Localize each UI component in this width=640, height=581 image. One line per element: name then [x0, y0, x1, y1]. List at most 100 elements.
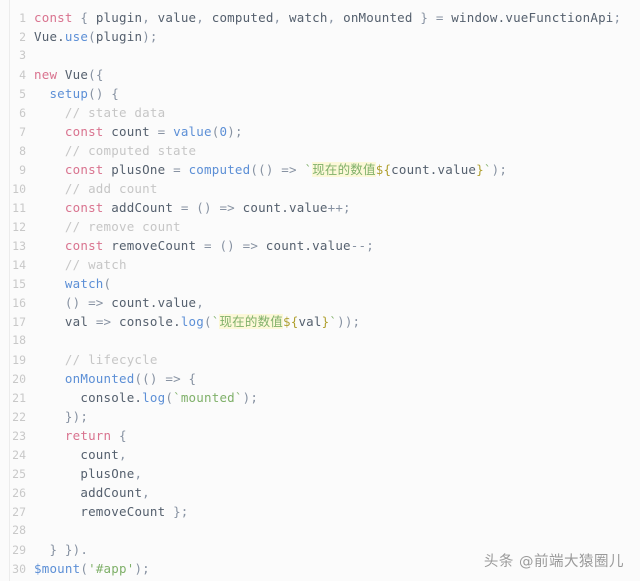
line-number: 29 [12, 543, 26, 557]
line-number: 2 [19, 30, 26, 44]
code-token: // add count [34, 181, 158, 196]
code-token: use [64, 29, 89, 44]
code-token: 现在的数值 [312, 162, 376, 177]
code-token: ); [134, 561, 150, 576]
code-token: plusOne [111, 162, 166, 177]
code-token: () => [34, 295, 112, 310]
code-token: ( [165, 390, 174, 405]
line-content: // remove count [34, 217, 640, 236]
code-line: 10 // add count [0, 179, 640, 198]
code-token: console. [119, 314, 181, 329]
code-snippet-viewer: 1 const { plugin, value, computed, watch,… [0, 0, 640, 581]
line-content: count, [34, 445, 640, 464]
line-number: 13 [12, 239, 26, 253]
code-token: const [64, 124, 104, 139]
code-token: ( [103, 276, 112, 291]
line-content: const removeCount = () => count.value--; [34, 236, 640, 255]
line-number: 1 [19, 11, 26, 25]
code-token: , [134, 466, 143, 481]
code-token: ; [613, 10, 622, 25]
code-line: 20 onMounted(() => { [0, 369, 640, 388]
line-number: 25 [12, 467, 26, 481]
code-token: value [157, 10, 197, 25]
code-token: ); [242, 390, 259, 405]
code-token: '#app' [88, 561, 135, 576]
code-line: 18 [0, 331, 640, 350]
code-token: , [273, 10, 289, 25]
code-token: ); [227, 124, 243, 139]
line-content: watch( [34, 274, 640, 293]
code-token: ({ [88, 67, 104, 82]
line-number: 11 [12, 201, 26, 215]
line-content: const { plugin, value, computed, watch, … [34, 8, 640, 27]
code-token: ${ [282, 314, 299, 329]
code-token: }; [165, 504, 189, 519]
code-line: 2 Vue.use(plugin); [0, 27, 640, 46]
line-content: plusOne, [34, 464, 640, 483]
line-number: 4 [19, 68, 26, 82]
code-token: Vue. [34, 29, 65, 44]
code-token: const [64, 238, 104, 253]
code-token: plugin [95, 10, 143, 25]
line-content: removeCount }; [34, 502, 640, 521]
line-content: // computed state [34, 141, 640, 160]
code-line: 16 () => count.value, [0, 293, 640, 312]
code-line-list: 1 const { plugin, value, computed, watch,… [0, 8, 640, 578]
code-token: = [435, 10, 444, 25]
line-number: 26 [12, 486, 26, 500]
line-number: 18 [12, 333, 26, 347]
code-line: 14 // watch [0, 255, 640, 274]
code-token: computed [211, 10, 274, 25]
line-number: 22 [12, 410, 26, 424]
code-token: window. [443, 10, 506, 25]
code-token: `mounted` [173, 390, 243, 405]
line-content: console.log(`mounted`); [34, 388, 640, 407]
line-number: 28 [12, 523, 26, 537]
code-token: const [64, 162, 104, 177]
code-token: { [111, 428, 127, 443]
line-content: // state data [34, 103, 640, 122]
code-token: = [149, 124, 174, 139]
code-token: , [327, 10, 344, 25]
code-token: , [119, 447, 127, 462]
line-content: // lifecycle [34, 350, 640, 369]
line-content: addCount, [34, 483, 640, 502]
line-content: const plusOne = computed(() => ` 现在的数值${c… [34, 160, 640, 179]
code-token: ( [88, 29, 96, 44]
code-token: removeCount [80, 504, 166, 519]
code-token: const [34, 10, 73, 25]
line-content: const count = value(0); [34, 122, 640, 141]
code-token: log [142, 390, 166, 405]
code-token: count.value [242, 200, 328, 215]
code-token: const [64, 200, 104, 215]
line-content: }); [34, 407, 640, 426]
code-line: 26 addCount, [0, 483, 640, 502]
code-token: = () => [173, 200, 243, 215]
line-number: 14 [12, 258, 26, 272]
line-number: 21 [12, 391, 26, 405]
code-token: count.value [111, 295, 197, 310]
code-token: , [196, 10, 212, 25]
code-line: 24 count, [0, 445, 640, 464]
code-token: log [180, 314, 204, 329]
code-token: } [412, 10, 436, 25]
code-token: } }). [34, 542, 89, 557]
code-token: val [64, 314, 89, 329]
code-token: --; [350, 238, 374, 253]
code-token: , [142, 10, 158, 25]
line-number: 24 [12, 448, 26, 462]
code-line: 1 const { plugin, value, computed, watch,… [0, 8, 640, 27]
code-line: 28 [0, 521, 640, 540]
code-token: return [64, 428, 112, 443]
code-token: // remove count [34, 219, 181, 234]
